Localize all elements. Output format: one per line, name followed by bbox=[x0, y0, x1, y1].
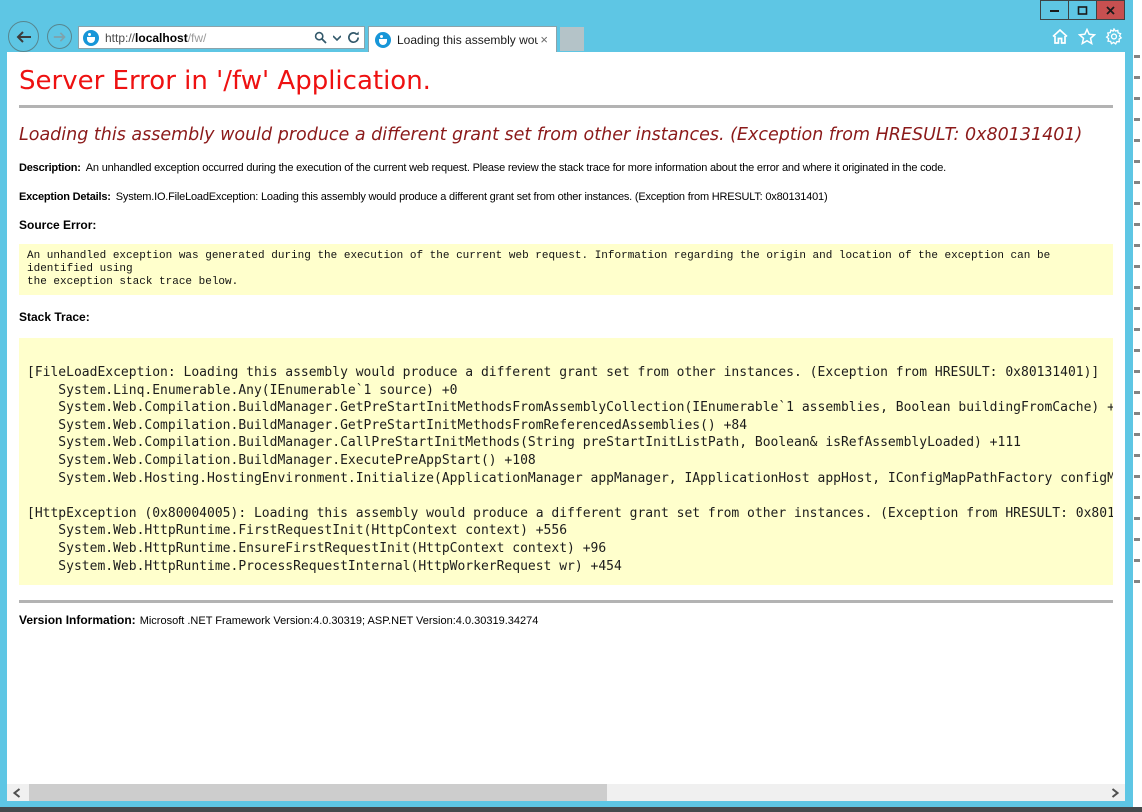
exception-details-label: Exception Details: bbox=[19, 191, 111, 203]
address-bar[interactable]: http://localhost/fw/ bbox=[78, 26, 365, 49]
url-scheme: http:// bbox=[105, 31, 135, 45]
window-controls bbox=[1041, 0, 1125, 20]
desktop-edge-strip bbox=[0, 807, 1142, 812]
maximize-icon bbox=[1077, 5, 1088, 16]
page-viewport: Server Error in '/fw' Application. Loadi… bbox=[7, 52, 1125, 801]
address-bar-controls bbox=[308, 31, 360, 44]
url-domain: localhost bbox=[135, 31, 188, 45]
description-label: Description: bbox=[19, 162, 81, 174]
divider bbox=[19, 600, 1113, 603]
favorites-button[interactable] bbox=[1078, 28, 1096, 50]
url-text[interactable]: http://localhost/fw/ bbox=[105, 31, 308, 45]
error-subtitle: Loading this assembly would produce a di… bbox=[19, 125, 1113, 145]
home-icon bbox=[1051, 28, 1069, 45]
chevron-right-icon bbox=[1111, 788, 1119, 798]
exception-details-line: Exception Details: System.IO.FileLoadExce… bbox=[19, 191, 1113, 203]
close-icon bbox=[1105, 5, 1116, 16]
chrome-toolbar-icons bbox=[1051, 28, 1123, 50]
search-icon bbox=[314, 31, 327, 44]
scroll-left-button[interactable] bbox=[7, 784, 27, 801]
url-path: /fw/ bbox=[188, 31, 207, 45]
error-page: Server Error in '/fw' Application. Loadi… bbox=[7, 66, 1125, 627]
refresh-button[interactable] bbox=[347, 31, 360, 44]
home-button[interactable] bbox=[1051, 28, 1069, 50]
chevron-down-icon bbox=[333, 35, 341, 41]
stack-trace-box: [FileLoadException: Loading this assembl… bbox=[19, 338, 1113, 585]
forward-button[interactable] bbox=[47, 24, 72, 49]
source-error-label: Source Error: bbox=[19, 218, 1113, 232]
source-error-box: An unhandled exception was generated dur… bbox=[19, 244, 1113, 295]
horizontal-scrollbar[interactable] bbox=[7, 784, 1125, 801]
star-icon bbox=[1078, 28, 1096, 45]
description-text: An unhandled exception occurred during t… bbox=[86, 162, 946, 174]
scroll-right-button[interactable] bbox=[1105, 784, 1125, 801]
search-button[interactable] bbox=[314, 31, 327, 44]
scrollbar-thumb[interactable] bbox=[29, 784, 607, 801]
minimize-icon bbox=[1049, 5, 1060, 16]
exception-details-text: System.IO.FileLoadException: Loading thi… bbox=[116, 191, 828, 203]
new-tab-button[interactable] bbox=[560, 27, 584, 51]
gear-icon bbox=[1105, 28, 1123, 45]
close-button[interactable] bbox=[1096, 0, 1125, 20]
tab-favicon bbox=[375, 32, 391, 48]
version-line: Version Information: Microsoft .NET Frame… bbox=[19, 613, 1113, 627]
chevron-left-icon bbox=[13, 788, 21, 798]
browser-tab[interactable]: Loading this assembly woul... × bbox=[368, 26, 557, 52]
divider bbox=[19, 105, 1113, 108]
maximize-button[interactable] bbox=[1068, 0, 1097, 20]
background-window-sliver bbox=[1133, 0, 1142, 807]
browser-chrome: http://localhost/fw/ Loading this assemb… bbox=[0, 0, 1133, 52]
page-title: Server Error in '/fw' Application. bbox=[19, 66, 1113, 96]
settings-button[interactable] bbox=[1105, 28, 1123, 50]
version-label: Version Information: bbox=[19, 613, 136, 627]
description-line: Description: An unhandled exception occur… bbox=[19, 162, 1113, 174]
page-favicon bbox=[83, 30, 99, 46]
tab-title: Loading this assembly woul... bbox=[397, 33, 538, 47]
browser-window: http://localhost/fw/ Loading this assemb… bbox=[0, 0, 1133, 807]
back-arrow-icon bbox=[15, 30, 32, 44]
refresh-icon bbox=[347, 31, 360, 44]
minimize-button[interactable] bbox=[1040, 0, 1069, 20]
search-dropdown-button[interactable] bbox=[333, 35, 341, 41]
back-button[interactable] bbox=[8, 21, 39, 52]
version-text: Microsoft .NET Framework Version:4.0.303… bbox=[140, 615, 539, 627]
forward-arrow-icon bbox=[53, 31, 67, 43]
stack-trace-label: Stack Trace: bbox=[19, 310, 1113, 324]
tab-close-button[interactable]: × bbox=[538, 32, 550, 47]
